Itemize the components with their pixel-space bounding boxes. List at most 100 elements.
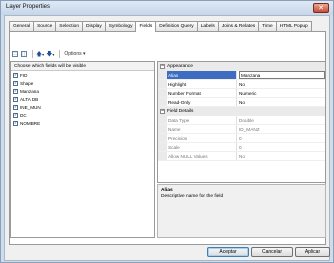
property-name: Number Format — [167, 89, 237, 97]
property-row-precision[interactable]: Precision 0 — [158, 134, 325, 143]
tab-html-popup[interactable]: HTML Popup — [275, 21, 312, 31]
category-label: Field Details — [167, 109, 194, 114]
field-item-nombre[interactable]: ✓ NOMBRE — [11, 119, 154, 127]
tab-display[interactable]: Display — [82, 21, 106, 31]
row-gutter — [158, 152, 167, 160]
row-gutter — [158, 89, 167, 97]
property-value: Double — [239, 118, 254, 123]
property-name: Allow NULL Values — [167, 152, 237, 160]
field-label: Manzana — [20, 88, 39, 94]
dialog-footer: Aceptar Cancelar Aplicar — [1, 245, 333, 261]
field-item-shape[interactable]: ✓ Shape — [11, 79, 154, 87]
property-value: 0 — [239, 136, 242, 141]
property-row-alias[interactable]: Alias Manzana — [158, 71, 325, 80]
fields-visibility-list: Choose which fields will be visible ✓ FI… — [10, 61, 155, 238]
description-title: Alias — [161, 188, 173, 193]
property-row-scale[interactable]: Scale 0 — [158, 143, 325, 152]
property-row-name[interactable]: Name ID_MANZ — [158, 125, 325, 134]
move-down-button[interactable]: 🡇 ▾ — [46, 50, 54, 59]
field-checkbox[interactable]: ✓ — [13, 104, 18, 110]
move-up-button[interactable]: 🡅 ▾ — [36, 50, 44, 59]
row-gutter — [158, 125, 167, 133]
options-menu-button[interactable]: Options ▾ — [63, 50, 86, 59]
fields-toolbar: 🡅 ▾ 🡇 ▾ Options ▾ — [11, 49, 89, 59]
fields-list-header: Choose which fields will be visible — [11, 62, 154, 71]
property-name: Alias — [167, 71, 237, 79]
field-label: NOMBRE — [20, 120, 41, 126]
tab-strip: General Source Selection Display Symbolo… — [9, 21, 312, 32]
row-gutter — [158, 143, 167, 151]
property-row-allow-null[interactable]: Allow NULL Values No — [158, 152, 325, 161]
property-value: No — [239, 154, 245, 159]
apply-button[interactable]: Aplicar — [295, 247, 330, 257]
field-checkbox[interactable]: ✓ — [13, 120, 18, 126]
property-description-pane: Alias Descriptive name for the field — [157, 184, 326, 238]
field-checkbox[interactable]: ✓ — [13, 88, 18, 94]
close-button[interactable]: ✕ — [313, 3, 329, 13]
field-checkbox[interactable]: ✓ — [13, 72, 18, 78]
property-value: ID_MANZ — [239, 127, 260, 132]
field-label: ALTA DB — [20, 96, 39, 102]
row-gutter — [158, 98, 167, 106]
accept-button[interactable]: Aceptar — [207, 247, 249, 257]
tab-definition-query[interactable]: Definition Query — [155, 21, 198, 31]
property-row-number-format[interactable]: Number Format Numeric — [158, 89, 325, 98]
field-checkbox[interactable]: ✓ — [13, 80, 18, 86]
property-name: Name — [167, 125, 237, 133]
field-item-alta-db[interactable]: ✓ ALTA DB — [11, 95, 154, 103]
description-text: Descriptive name for the field — [161, 194, 224, 199]
tab-symbology[interactable]: Symbology — [104, 21, 137, 31]
tab-labels[interactable]: Labels — [196, 21, 219, 31]
window-title: Layer Properties — [6, 4, 51, 10]
tab-general[interactable]: General — [9, 21, 35, 31]
move-up-dropdown-icon: ▾ — [42, 51, 45, 57]
property-value-cell: Manzana — [237, 71, 325, 79]
category-appearance: − Appearance — [158, 62, 325, 71]
move-down-dropdown-icon: ▾ — [52, 51, 55, 57]
property-value: 0 — [239, 145, 242, 150]
tab-fields[interactable]: Fields — [135, 21, 157, 32]
title-bar: Layer Properties ✕ — [1, 1, 333, 15]
field-item-dc[interactable]: ✓ DC — [11, 111, 154, 119]
row-gutter — [158, 80, 167, 88]
field-item-manzana[interactable]: ✓ Manzana — [11, 87, 154, 95]
row-gutter — [158, 116, 167, 124]
property-name: Data Type — [167, 116, 237, 124]
alias-input[interactable]: Manzana — [239, 71, 325, 79]
cancel-button[interactable]: Cancelar — [251, 247, 293, 257]
layer-properties-window: Layer Properties ✕ General Source Select… — [0, 0, 334, 263]
field-checkbox[interactable]: ✓ — [13, 96, 18, 102]
tab-joins-relates[interactable]: Joins & Relates — [217, 21, 260, 31]
category-label: Appearance — [167, 64, 193, 69]
property-value[interactable]: Numeric — [237, 89, 325, 97]
property-value[interactable]: No — [237, 98, 325, 106]
property-value[interactable]: No — [237, 80, 325, 88]
field-label: INE_MUN — [20, 104, 41, 110]
property-grid: − Appearance Alias Manzana Highlight No … — [157, 61, 326, 183]
tab-time[interactable]: Time — [258, 21, 277, 31]
property-name: Highlight — [167, 80, 237, 88]
property-name: Precision — [167, 134, 237, 142]
tab-source[interactable]: Source — [33, 21, 57, 31]
property-row-data-type[interactable]: Data Type Double — [158, 116, 325, 125]
table-view-button[interactable] — [11, 50, 18, 59]
field-item-fid[interactable]: ✓ FID — [11, 71, 154, 79]
property-row-highlight[interactable]: Highlight No — [158, 80, 325, 89]
property-row-read-only[interactable]: Read-Only No — [158, 98, 325, 107]
list-view-icon — [20, 51, 27, 57]
row-gutter — [158, 71, 167, 79]
list-view-button[interactable] — [20, 50, 27, 59]
field-label: DC — [20, 112, 27, 118]
toolbar-separator — [59, 50, 61, 58]
field-label: FID — [20, 72, 28, 78]
collapse-icon[interactable]: − — [160, 109, 165, 114]
tab-selection[interactable]: Selection — [55, 21, 84, 31]
category-field-details: − Field Details — [158, 107, 325, 116]
table-view-icon — [11, 51, 18, 57]
field-item-ine-mun[interactable]: ✓ INE_MUN — [11, 103, 154, 111]
field-checkbox[interactable]: ✓ — [13, 112, 18, 118]
field-label: Shape — [20, 80, 34, 86]
collapse-icon[interactable]: − — [160, 64, 165, 69]
property-name: Scale — [167, 143, 237, 151]
toolbar-separator — [32, 50, 33, 58]
